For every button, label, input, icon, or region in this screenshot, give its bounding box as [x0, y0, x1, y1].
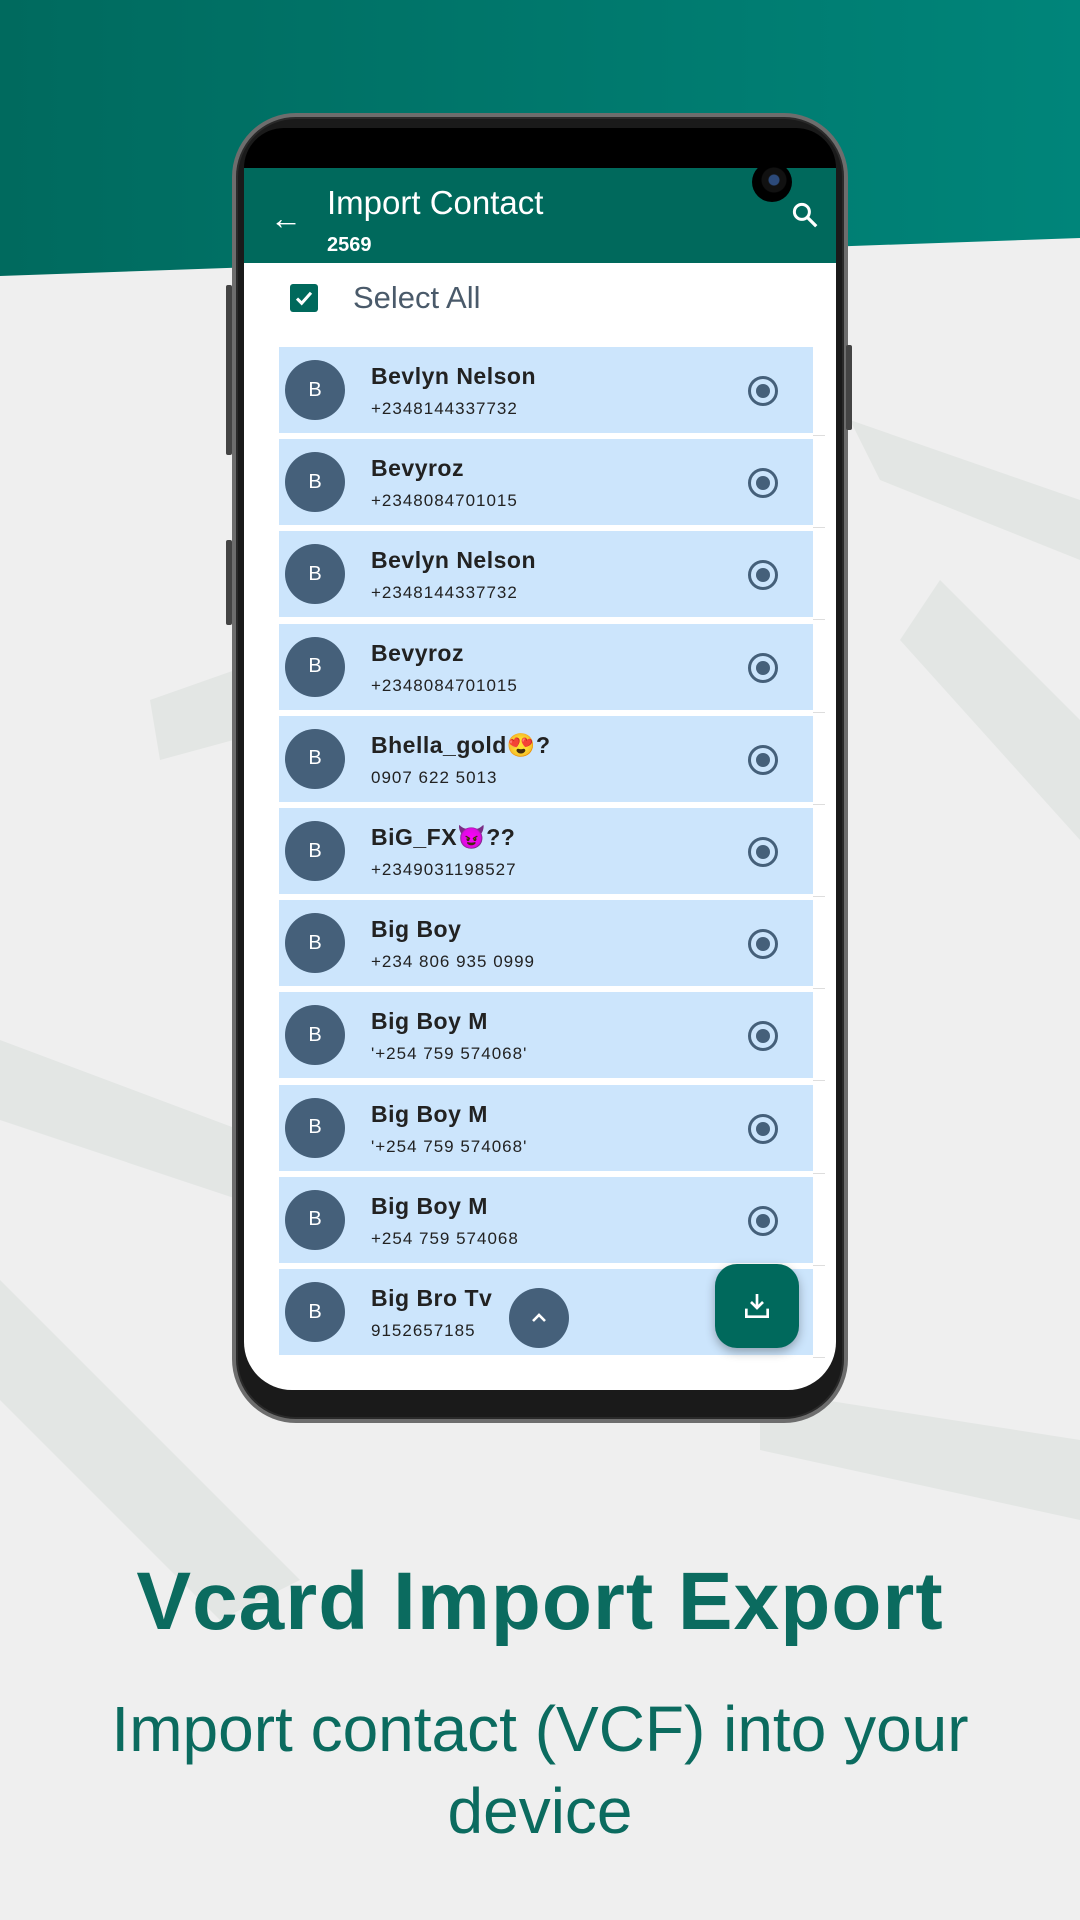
contact-phone: 0907 622 5013	[371, 767, 498, 787]
contact-row[interactable]: B Big Boy +234 806 935 0999	[279, 900, 825, 990]
contact-name: Big Boy M	[371, 1008, 488, 1035]
contact-name: Big Bro Tv	[371, 1285, 493, 1311]
contact-phone: +2348144337732	[371, 583, 518, 603]
radio-selected-icon[interactable]	[748, 1205, 778, 1236]
avatar: B	[285, 1097, 345, 1158]
avatar: B	[285, 821, 345, 881]
contact-phone: 9152657185	[371, 1321, 476, 1340]
avatar: B	[285, 636, 345, 697]
contact-phone: +234 806 935 0999	[371, 952, 536, 972]
radio-selected-icon[interactable]	[748, 837, 778, 867]
radio-selected-icon[interactable]	[748, 560, 778, 591]
contact-name: Bevyroz	[371, 639, 464, 666]
radio-selected-icon[interactable]	[748, 929, 778, 960]
contact-count: 2569	[327, 234, 372, 256]
contact-row[interactable]: B Bevlyn Nelson +2348144337732	[279, 347, 825, 436]
radio-selected-icon[interactable]	[748, 1021, 778, 1052]
select-all-checkbox[interactable]	[290, 284, 318, 312]
contact-row[interactable]: B Bhella_gold😍? 0907 622 5013	[279, 715, 825, 805]
avatar: B	[285, 913, 345, 974]
avatar: B	[285, 544, 345, 605]
contact-row[interactable]: B Big Boy M '+254 759 574068'	[279, 1084, 825, 1174]
contact-name: Big Boy	[371, 916, 462, 943]
contact-name: Big Boy M	[371, 1100, 488, 1127]
phone-notch-area	[244, 128, 836, 170]
contact-row[interactable]: B Big Boy M '+254 759 574068'	[279, 992, 825, 1082]
contact-phone: +254 759 574068	[371, 1228, 519, 1248]
contact-name: BiG_FX😈??	[371, 824, 516, 850]
contact-name: Bevyroz	[371, 455, 464, 482]
scroll-top-button[interactable]	[509, 1288, 569, 1348]
contact-row[interactable]: B Bevlyn Nelson +2348144337732	[279, 531, 825, 621]
radio-selected-icon[interactable]	[748, 652, 778, 683]
contact-phone: +2348084701015	[371, 491, 518, 511]
camera-icon	[752, 162, 792, 202]
contact-phone: '+254 759 574068'	[371, 1044, 528, 1064]
radio-selected-icon[interactable]	[748, 376, 778, 406]
contact-name: Big Boy M	[371, 1192, 488, 1219]
app-bar: ← Import Contact 2569	[244, 168, 836, 263]
contact-name: Bevlyn Nelson	[371, 363, 536, 389]
avatar: B	[285, 728, 345, 789]
contact-phone: +2348144337732	[371, 399, 518, 418]
phone-side-button	[226, 285, 232, 455]
promo-subtitle: Import contact (VCF) into your device	[111, 1693, 969, 1847]
contact-phone: +2349031198527	[371, 860, 517, 879]
contact-row[interactable]: B BiG_FX😈?? +2349031198527	[279, 808, 825, 897]
phone-side-button	[846, 345, 852, 430]
avatar: B	[285, 1189, 345, 1250]
contact-row[interactable]: B Bevyroz +2348084701015	[279, 623, 825, 713]
contact-name: Bhella_gold😍?	[371, 731, 551, 758]
avatar: B	[285, 1282, 345, 1342]
radio-selected-icon[interactable]	[748, 468, 778, 499]
contact-row[interactable]: B Big Boy M +254 759 574068	[279, 1176, 825, 1266]
promo-headline: Vcard Import Export	[136, 1556, 944, 1647]
avatar: B	[285, 360, 345, 420]
check-icon	[295, 291, 313, 306]
app-screen: ← Import Contact 2569 Select All B Bevly…	[244, 168, 836, 1390]
contact-phone: +2348084701015	[371, 675, 518, 695]
radio-selected-icon[interactable]	[748, 1113, 778, 1144]
avatar: B	[285, 452, 345, 513]
contact-phone: '+254 759 574068'	[371, 1136, 528, 1156]
arrow-left-icon[interactable]: ←	[270, 202, 302, 234]
download-icon	[745, 1294, 769, 1318]
contact-name: Bevlyn Nelson	[371, 547, 536, 574]
import-download-button[interactable]	[715, 1264, 799, 1348]
select-all-label: Select All	[353, 280, 481, 315]
contact-row[interactable]: B Bevyroz +2348084701015	[279, 439, 825, 529]
search-icon[interactable]	[790, 200, 820, 230]
chevron-up-icon	[532, 1313, 546, 1322]
avatar: B	[285, 1005, 345, 1066]
radio-selected-icon[interactable]	[748, 744, 778, 775]
phone-side-button	[226, 540, 232, 625]
page-title: Import Contact	[327, 184, 544, 221]
